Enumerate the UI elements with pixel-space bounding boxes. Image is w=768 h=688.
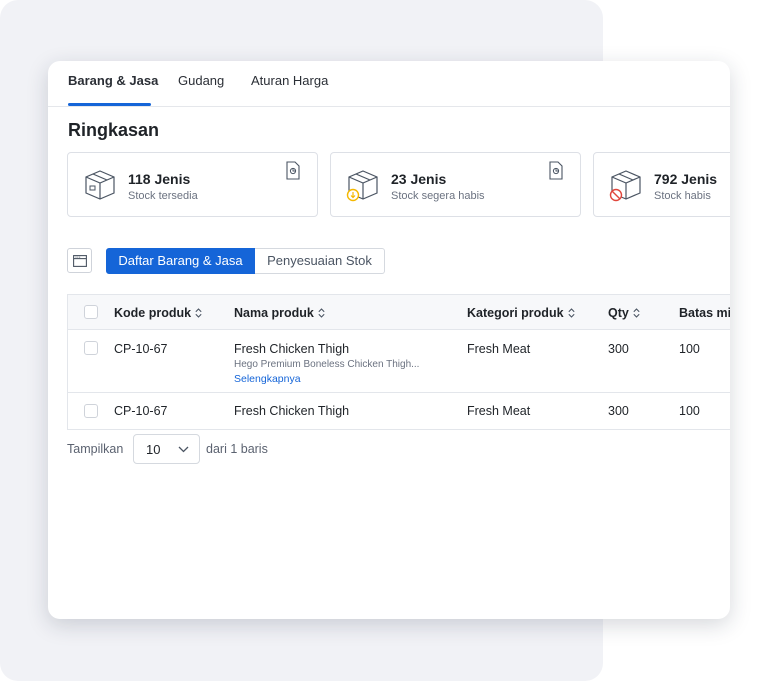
- page-size-value: 10: [146, 442, 161, 457]
- select-all-checkbox[interactable]: [84, 305, 98, 319]
- sort-icon: [567, 308, 575, 318]
- column-header[interactable]: Batas mi: [679, 306, 730, 320]
- column-header-label: Nama produk: [234, 306, 314, 320]
- cell-name: Fresh Chicken Thigh: [234, 404, 350, 418]
- stat-card-available: 118 Jenis Stock tersedia: [67, 152, 318, 217]
- box-warning-icon: [346, 170, 378, 202]
- cell-limit: 100: [679, 342, 700, 356]
- column-header[interactable]: Kategori produk: [467, 306, 575, 320]
- segment-penyesuaian-stok[interactable]: Penyesuaian Stok: [255, 248, 385, 274]
- table-row[interactable]: CP-10-67 Fresh Chicken Thigh Hego Premiu…: [68, 330, 730, 393]
- sort-icon: [195, 308, 202, 318]
- window-view-button[interactable]: [67, 248, 92, 273]
- stat-label: Stock segera habis: [391, 190, 485, 202]
- column-header[interactable]: Qty: [608, 306, 640, 320]
- inventory-card: Barang & Jasa Gudang Aturan Harga Ringka…: [48, 61, 730, 619]
- sort-icon: [633, 308, 640, 318]
- cell-qty: 300: [608, 342, 629, 356]
- stage: Barang & Jasa Gudang Aturan Harga Ringka…: [0, 0, 768, 688]
- column-header-label: Kode produk: [114, 306, 192, 320]
- column-header-label: Kategori produk: [467, 306, 564, 320]
- pager-show-label: Tampilkan: [67, 442, 124, 456]
- tab-gudang[interactable]: Gudang: [178, 73, 224, 88]
- chevron-down-icon: [178, 446, 189, 453]
- cell-category: Fresh Meat: [467, 342, 531, 356]
- product-table: Kode produk Nama produk Kategori produk …: [67, 294, 730, 430]
- table-row[interactable]: CP-10-67 Fresh Chicken Thigh Fresh Meat …: [68, 393, 730, 429]
- column-header[interactable]: Kode produk: [114, 306, 202, 320]
- stat-card-empty: 792 Jenis Stock habis: [593, 152, 730, 217]
- stat-value: 792 Jenis: [654, 171, 718, 187]
- stat-label: Stock habis: [654, 190, 711, 202]
- stat-value: 118 Jenis: [128, 171, 191, 187]
- cell-qty: 300: [608, 404, 629, 418]
- active-tab-indicator: [68, 103, 151, 106]
- box-empty-icon: [609, 170, 641, 202]
- table-header: Kode produk Nama produk Kategori produk …: [68, 295, 730, 330]
- row-checkbox[interactable]: [84, 341, 98, 355]
- tab-aturan-harga[interactable]: Aturan Harga: [251, 73, 328, 88]
- document-icon[interactable]: [548, 161, 564, 180]
- window-icon: [73, 255, 87, 267]
- tab-bar: Barang & Jasa Gudang Aturan Harga: [48, 61, 730, 107]
- row-checkbox[interactable]: [84, 404, 98, 418]
- sort-icon: [318, 308, 325, 318]
- cell-code: CP-10-67: [114, 404, 168, 418]
- cell-category: Fresh Meat: [467, 404, 531, 418]
- tab-barang-jasa[interactable]: Barang & Jasa: [68, 73, 158, 88]
- stat-value: 23 Jenis: [391, 171, 447, 187]
- cell-description: Hego Premium Boneless Chicken Thigh...: [234, 359, 420, 370]
- cell-limit: 100: [679, 404, 700, 418]
- column-header-label: Qty: [608, 306, 629, 320]
- read-more-link[interactable]: Selengkapnya: [234, 373, 301, 385]
- box-icon: [85, 170, 115, 200]
- cell-code: CP-10-67: [114, 342, 168, 356]
- stat-card-low: 23 Jenis Stock segera habis: [330, 152, 581, 217]
- column-header[interactable]: Nama produk: [234, 306, 325, 320]
- section-title: Ringkasan: [68, 120, 160, 140]
- segment-daftar-barang[interactable]: Daftar Barang & Jasa: [106, 248, 255, 274]
- cell-name: Fresh Chicken Thigh: [234, 342, 350, 356]
- document-icon[interactable]: [285, 161, 301, 180]
- page-size-select[interactable]: 10: [133, 434, 200, 464]
- pager-total-label: dari 1 baris: [206, 442, 268, 456]
- stat-label: Stock tersedia: [128, 190, 198, 202]
